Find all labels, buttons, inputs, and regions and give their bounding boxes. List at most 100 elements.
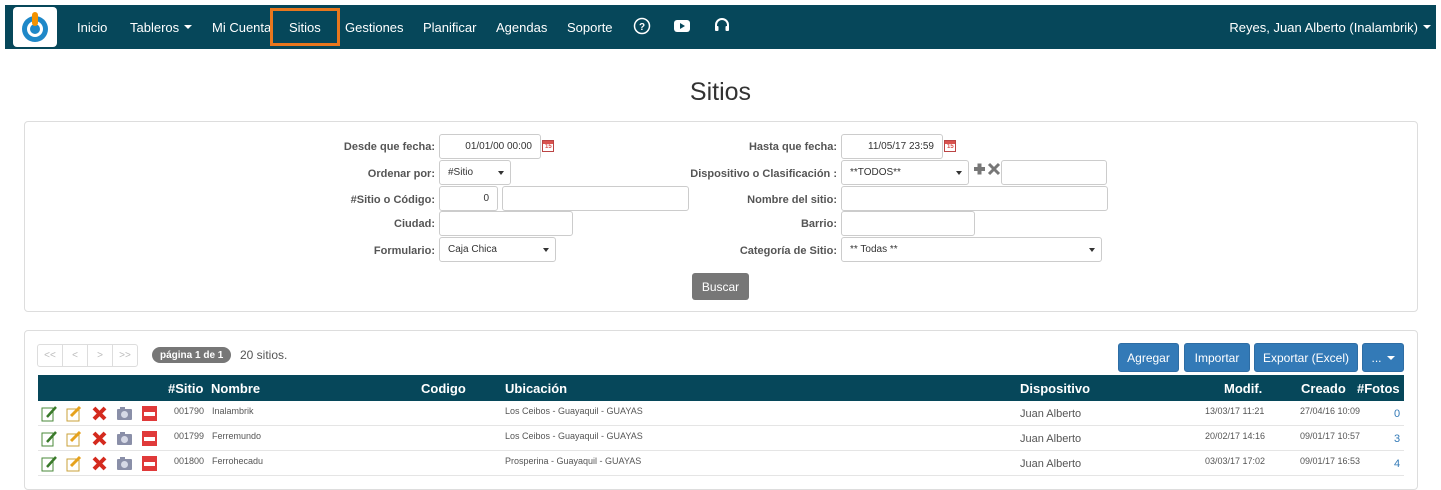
- nav-planificar-label: Planificar: [423, 19, 477, 35]
- dispositivo-label: Dispositivo o Clasificación :: [690, 168, 837, 180]
- nav-gestiones[interactable]: Gestiones: [345, 5, 404, 49]
- dispositivo-value: **TODOS**: [850, 167, 901, 178]
- nav-inicio[interactable]: Inicio: [77, 5, 107, 49]
- col-dispositivo[interactable]: Dispositivo: [1020, 381, 1090, 396]
- col-codigo[interactable]: Codigo: [421, 381, 466, 396]
- help-icon[interactable]: ?: [633, 17, 651, 35]
- cell-modif: 13/03/17 11:21: [1205, 406, 1265, 416]
- nav-gestiones-label: Gestiones: [345, 19, 404, 35]
- col-ubicacion[interactable]: Ubicación: [505, 381, 567, 396]
- nav-inicio-label: Inicio: [77, 19, 108, 35]
- app-logo[interactable]: [13, 7, 57, 47]
- cell-creado: 09/01/17 16:53: [1300, 456, 1361, 466]
- importar-button[interactable]: Importar: [1184, 343, 1250, 372]
- col-creado[interactable]: Creado: [1301, 381, 1346, 396]
- ciudad-input[interactable]: [439, 211, 573, 236]
- nombre-input[interactable]: [841, 186, 1108, 211]
- barrio-label: Barrio:: [800, 218, 837, 230]
- delete-icon[interactable]: [91, 455, 108, 472]
- desde-date-input[interactable]: 01/01/00 00:00: [439, 134, 541, 159]
- form-icon[interactable]: [66, 455, 83, 472]
- edit-icon[interactable]: [41, 405, 58, 422]
- cell-creado: 09/01/17 10:57: [1300, 431, 1361, 441]
- pdf-icon[interactable]: [141, 405, 158, 422]
- col-fotos[interactable]: #Fotos: [1357, 381, 1400, 396]
- chevron-down-icon: [1089, 248, 1095, 252]
- next-page-button[interactable]: >: [87, 344, 113, 367]
- desde-label: Desde que fecha:: [343, 141, 435, 153]
- prev-page-button[interactable]: <: [62, 344, 88, 367]
- edit-icon[interactable]: [41, 455, 58, 472]
- cell-sitio: 001790: [174, 406, 205, 416]
- page-badge: página 1 de 1: [152, 347, 232, 363]
- calendar-icon[interactable]: 15: [542, 140, 554, 152]
- delete-icon[interactable]: [91, 430, 108, 447]
- nav-planificar[interactable]: Planificar: [423, 5, 476, 49]
- svg-text:?: ?: [639, 22, 645, 33]
- ordenar-value: #Sitio: [448, 167, 474, 178]
- dispositivo-text-input[interactable]: [1001, 160, 1107, 185]
- table-header: #Sitio Nombre Codigo Ubicación Dispositi…: [38, 375, 1404, 401]
- edit-icon[interactable]: [41, 430, 58, 447]
- agregar-button[interactable]: Agregar: [1118, 343, 1179, 372]
- table-row[interactable]: 001800 Ferrohecadu Prosperina - Guayaqui…: [38, 451, 1404, 476]
- nombre-label: Nombre del sitio:: [747, 194, 837, 206]
- formulario-select[interactable]: Caja Chica: [439, 237, 556, 262]
- top-navbar: Inicio Tableros Mi Cuenta Sitios Gestion…: [5, 5, 1436, 49]
- categoria-value: ** Todas **: [850, 244, 898, 255]
- nav-agendas[interactable]: Agendas: [496, 5, 547, 49]
- user-menu[interactable]: Reyes, Juan Alberto (Inalambrik): [1229, 5, 1431, 49]
- user-name: Reyes, Juan Alberto (Inalambrik): [1229, 19, 1418, 35]
- barrio-input[interactable]: [841, 211, 975, 236]
- first-page-button[interactable]: <<: [37, 344, 63, 367]
- form-icon[interactable]: [66, 430, 83, 447]
- pdf-icon[interactable]: [141, 455, 158, 472]
- calendar-icon[interactable]: 15: [944, 140, 956, 152]
- nav-sitios-label: Sitios: [289, 19, 321, 35]
- delete-icon[interactable]: [91, 405, 108, 422]
- pdf-icon[interactable]: [141, 430, 158, 447]
- col-modif[interactable]: Modif.: [1224, 381, 1262, 396]
- form-icon[interactable]: [66, 405, 83, 422]
- cell-nombre: Ferrohecadu: [212, 456, 264, 466]
- more-actions-button[interactable]: ...: [1362, 343, 1404, 372]
- page-title: Sitios: [689, 78, 752, 106]
- camera-icon[interactable]: [116, 430, 133, 447]
- sitio-number-input[interactable]: 0: [439, 186, 498, 211]
- nav-mi-cuenta[interactable]: Mi Cuenta: [212, 5, 271, 49]
- nav-tableros-label: Tableros: [130, 19, 180, 35]
- cell-sitio: 001799: [174, 431, 205, 441]
- categoria-select[interactable]: ** Todas **: [841, 237, 1102, 262]
- cell-fotos[interactable]: 0: [1394, 408, 1400, 420]
- codigo-input[interactable]: [502, 186, 689, 211]
- col-nombre[interactable]: Nombre: [211, 381, 260, 396]
- hasta-date-input[interactable]: 11/05/17 23:59: [841, 134, 943, 159]
- chevron-down-icon: [543, 248, 549, 252]
- nav-soporte[interactable]: Soporte: [567, 5, 613, 49]
- cell-fotos[interactable]: 3: [1394, 433, 1400, 445]
- last-page-button[interactable]: >>: [112, 344, 138, 367]
- cell-modif: 20/02/17 14:16: [1205, 431, 1266, 441]
- formulario-value: Caja Chica: [448, 244, 497, 255]
- add-remove-icon[interactable]: [973, 162, 1001, 176]
- ciudad-label: Ciudad:: [394, 218, 435, 230]
- camera-icon[interactable]: [116, 455, 133, 472]
- ordenar-select[interactable]: #Sitio: [439, 160, 511, 185]
- exportar-excel-button[interactable]: Exportar (Excel): [1254, 343, 1358, 372]
- logo-icon: [22, 12, 48, 42]
- cell-fotos[interactable]: 4: [1394, 458, 1400, 470]
- cell-ubicacion: Los Ceibos - Guayaquil - GUAYAS: [505, 431, 643, 441]
- chevron-down-icon: [956, 171, 962, 175]
- camera-icon[interactable]: [116, 405, 133, 422]
- buscar-button[interactable]: Buscar: [692, 273, 749, 300]
- table-row[interactable]: 001790 Inalambrik Los Ceibos - Guayaquil…: [38, 401, 1404, 426]
- dispositivo-select[interactable]: **TODOS**: [841, 160, 969, 185]
- table-row[interactable]: 001799 Ferremundo Los Ceibos - Guayaquil…: [38, 426, 1404, 451]
- nav-tableros[interactable]: Tableros: [130, 5, 193, 49]
- cell-nombre: Ferremundo: [212, 431, 262, 441]
- cell-sitio: 001800: [174, 456, 205, 466]
- nav-sitios[interactable]: Sitios: [270, 8, 340, 46]
- headset-icon[interactable]: [713, 17, 731, 35]
- col-sitio[interactable]: #Sitio: [168, 381, 203, 396]
- youtube-icon[interactable]: [673, 17, 691, 35]
